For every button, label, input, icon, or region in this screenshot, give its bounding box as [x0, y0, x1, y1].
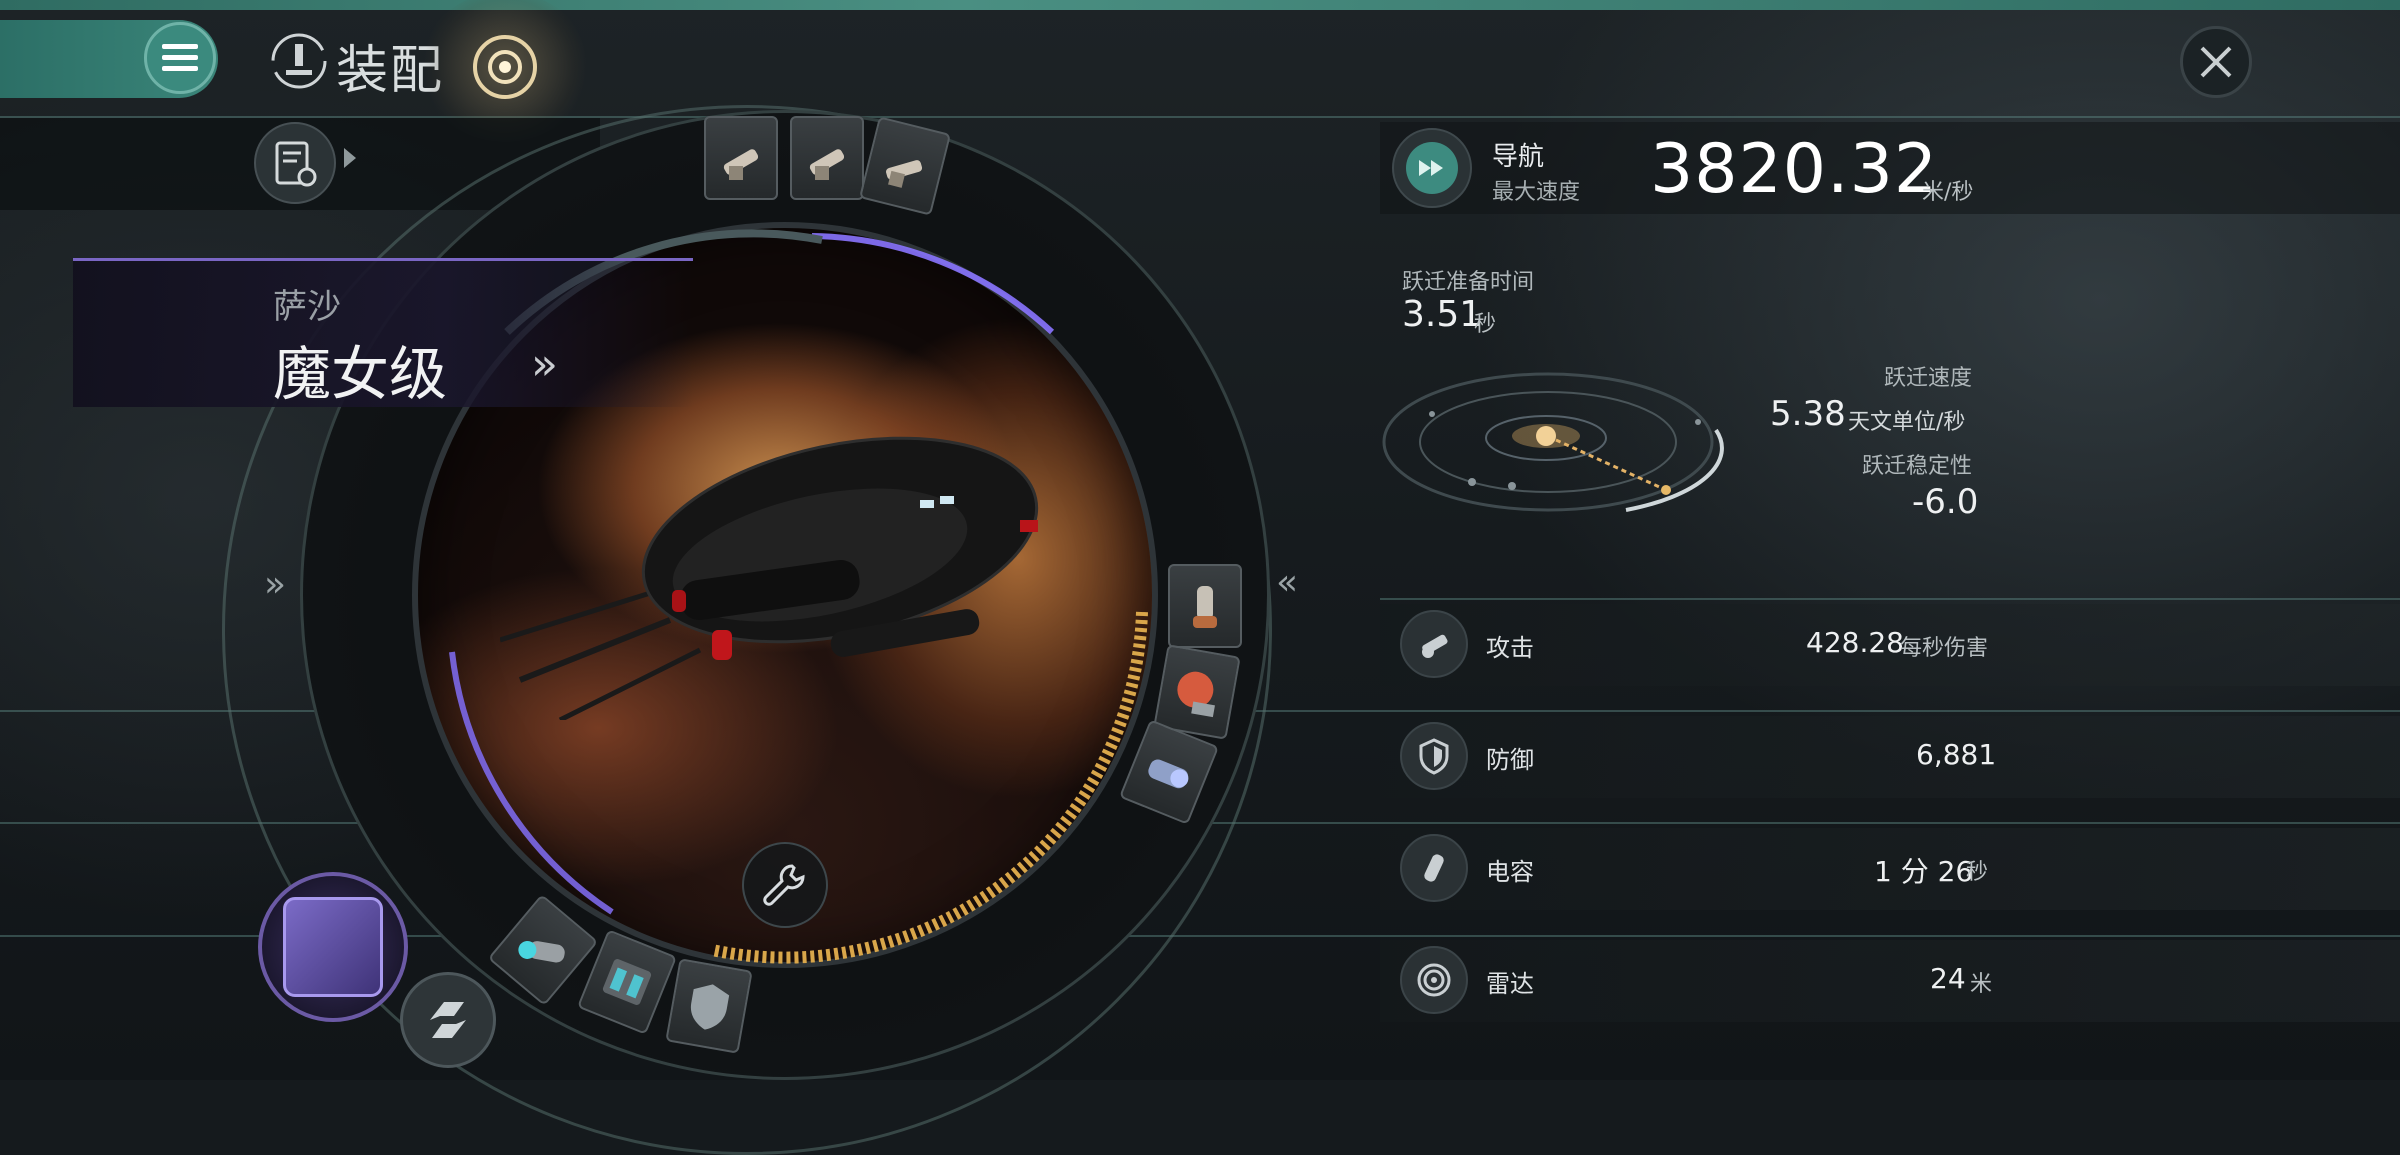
- switch-ship-button[interactable]: [400, 972, 496, 1068]
- armor-plate-module-icon: [602, 959, 652, 1005]
- turret-module-icon: [723, 149, 759, 180]
- menu-button[interactable]: [144, 22, 216, 94]
- orb-module-icon: [1177, 671, 1215, 718]
- shield-icon: [1400, 722, 1468, 790]
- warp-speed-value: 5.38: [1770, 394, 1846, 434]
- fast-forward-icon: [1419, 160, 1443, 176]
- clipboard-gear-icon: [275, 141, 317, 187]
- hamburger-icon: [162, 44, 198, 71]
- turret-module-icon: [809, 149, 845, 180]
- ship-faction: 萨沙: [273, 287, 341, 327]
- swap-icon: [430, 1002, 466, 1038]
- warp-prep-value: 3.51: [1402, 294, 1483, 335]
- radar-icon: [1400, 946, 1468, 1014]
- close-icon: [2200, 46, 2232, 78]
- capacitor-icon: [1400, 834, 1468, 902]
- close-button[interactable]: [2180, 26, 2252, 98]
- radar-unit: 米: [1970, 972, 1993, 997]
- expand-arrow-icon[interactable]: [344, 148, 356, 168]
- wrench-icon: [763, 864, 805, 906]
- warp-prep-unit: 秒: [1474, 312, 1497, 337]
- shield-module-icon: [690, 984, 730, 1030]
- navigation-icon: [1392, 128, 1472, 208]
- ship-model: [500, 436, 1039, 720]
- navigation-label: 导航: [1492, 142, 1545, 172]
- attack-label: 攻击: [1486, 634, 1534, 662]
- divider-line: [1380, 598, 2400, 600]
- target-icon: [473, 35, 537, 99]
- warp-stability-value: -6.0: [1912, 482, 1979, 522]
- fitting-icon: [271, 33, 327, 89]
- defense-label: 防御: [1486, 746, 1534, 774]
- max-speed-unit: 米/秒: [1922, 180, 1974, 205]
- warp-speed-label: 跃迁速度: [1884, 366, 1973, 391]
- defense-value: 6,881: [1916, 738, 1997, 771]
- capacitor-unit: 秒: [1966, 860, 1989, 885]
- attack-value: 428.28: [1806, 626, 1904, 659]
- modify-button[interactable]: [742, 842, 828, 928]
- scroll-right-arrow-icon[interactable]: »: [264, 564, 286, 605]
- active-ship-button[interactable]: [258, 872, 408, 1022]
- collapse-panel-arrow-icon[interactable]: «: [1276, 562, 1298, 603]
- ship-name: 魔女级: [273, 340, 448, 408]
- high-slot-2[interactable]: [790, 116, 864, 200]
- low-slot-3[interactable]: [665, 958, 753, 1054]
- top-accent-line: [0, 0, 2400, 10]
- ship-info-card[interactable]: 萨沙 魔女级 »: [73, 258, 693, 408]
- radar-value: 24: [1930, 962, 1966, 995]
- max-speed-label: 最大速度: [1492, 180, 1581, 205]
- warp-stability-label: 跃迁稳定性: [1862, 454, 1973, 479]
- ship-details-chevron-icon[interactable]: »: [531, 339, 558, 390]
- warp-orbit-diagram: [1382, 372, 1724, 512]
- cylinder-module-icon: [1148, 759, 1189, 789]
- warp-speed-unit: 天文单位/秒: [1848, 410, 1966, 435]
- attack-unit: 每秒伤害: [1900, 636, 1989, 661]
- turret-icon: [1400, 610, 1468, 678]
- saved-fittings-button[interactable]: [254, 122, 336, 204]
- mid-slot-1[interactable]: [1168, 564, 1242, 648]
- radar-label: 雷达: [1486, 970, 1534, 998]
- turret-module-icon: [886, 160, 923, 188]
- warp-prep-label: 跃迁准备时间: [1402, 270, 1535, 295]
- capacitor-value: 1 分 26: [1874, 855, 1974, 888]
- max-speed-value: 3820.32: [1650, 130, 1939, 209]
- canister-module-icon: [1193, 586, 1217, 628]
- high-slot-1[interactable]: [704, 116, 778, 200]
- ship-thumbnail-icon: [283, 897, 383, 997]
- capacitor-label: 电容: [1486, 858, 1534, 886]
